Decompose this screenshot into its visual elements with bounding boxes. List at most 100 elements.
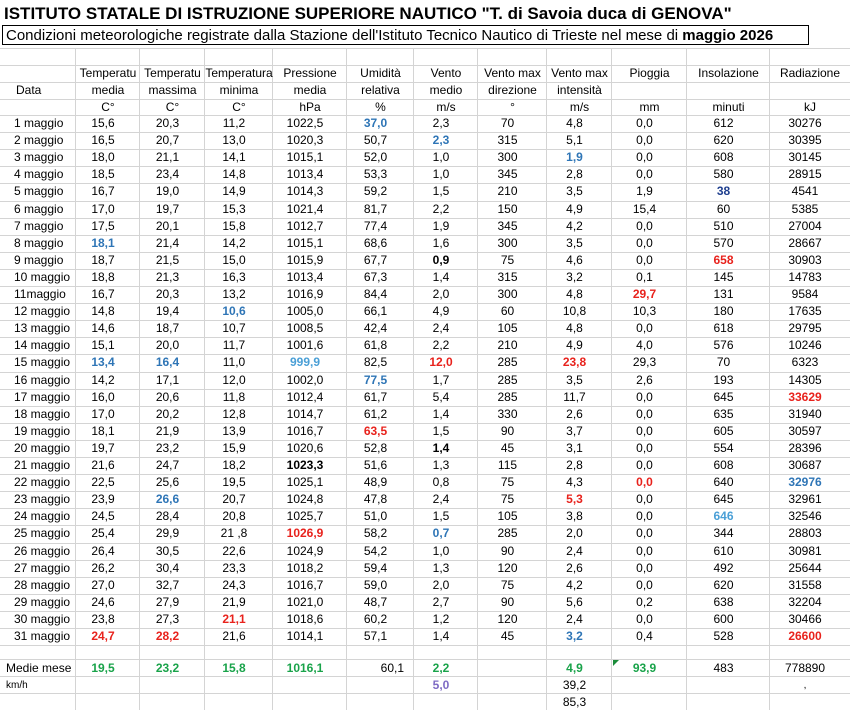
table-cell[interactable]: 12,0 (205, 372, 263, 389)
table-cell[interactable]: 31558 (770, 577, 840, 594)
table-cell[interactable]: 28803 (770, 525, 840, 542)
date-cell[interactable]: 19 maggio (14, 423, 76, 440)
table-cell[interactable]: 32961 (770, 491, 840, 508)
date-cell[interactable]: 26 maggio (14, 543, 76, 560)
table-cell[interactable]: 18,5 (76, 166, 130, 183)
table-cell[interactable]: 53,3 (347, 166, 404, 183)
table-cell[interactable]: 0,0 (612, 252, 677, 269)
summary-value[interactable]: 23,2 (140, 660, 195, 677)
table-cell[interactable]: 0,0 (612, 320, 677, 337)
table-cell[interactable]: 60 (687, 201, 760, 218)
table-cell[interactable]: 18,8 (76, 269, 130, 286)
table-cell[interactable]: 620 (687, 132, 760, 149)
table-cell[interactable]: 16,4 (140, 354, 195, 371)
table-cell[interactable]: 210 (478, 337, 537, 354)
table-cell[interactable]: 620 (687, 577, 760, 594)
table-cell[interactable]: 1020,6 (273, 440, 337, 457)
table-cell[interactable]: 5,4 (414, 389, 468, 406)
table-cell[interactable]: 22,5 (76, 474, 130, 491)
table-cell[interactable]: 28,2 (140, 628, 195, 645)
table-cell[interactable]: 18,1 (76, 235, 130, 252)
table-cell[interactable]: 60,2 (347, 611, 404, 628)
table-cell[interactable]: 1016,7 (273, 577, 337, 594)
date-cell[interactable]: 3 maggio (14, 149, 76, 166)
table-cell[interactable]: 0,0 (612, 525, 677, 542)
table-cell[interactable]: 21,6 (205, 628, 263, 645)
table-cell[interactable]: 18,2 (205, 457, 263, 474)
table-cell[interactable]: 150 (478, 201, 537, 218)
table-cell[interactable]: 90 (478, 423, 537, 440)
summary-value[interactable]: 93,9 (612, 660, 677, 677)
table-cell[interactable]: 21 ,8 (205, 525, 263, 542)
table-cell[interactable]: 75 (478, 474, 537, 491)
table-cell[interactable]: 19,4 (140, 303, 195, 320)
table-cell[interactable]: 20,7 (205, 491, 263, 508)
table-cell[interactable]: 17635 (770, 303, 840, 320)
table-cell[interactable]: 1,9 (547, 149, 602, 166)
table-cell[interactable]: 30,4 (140, 560, 195, 577)
table-cell[interactable]: 4,9 (547, 201, 602, 218)
table-cell[interactable]: 1016,9 (273, 286, 337, 303)
table-cell[interactable]: 15,3 (205, 201, 263, 218)
table-cell[interactable]: 344 (687, 525, 760, 542)
table-cell[interactable]: 37,0 (347, 115, 404, 132)
table-cell[interactable]: 2,3 (414, 115, 468, 132)
table-cell[interactable]: 0,0 (612, 474, 677, 491)
table-cell[interactable]: 4,0 (612, 337, 677, 354)
table-cell[interactable]: 30,5 (140, 543, 195, 560)
date-cell[interactable]: 28 maggio (14, 577, 76, 594)
table-cell[interactable]: 12,0 (414, 354, 468, 371)
summary-value[interactable]: 60,1 (347, 660, 404, 677)
table-cell[interactable]: 15,6 (76, 115, 130, 132)
table-cell[interactable]: 11,7 (547, 389, 602, 406)
table-cell[interactable]: 0,0 (612, 218, 677, 235)
table-cell[interactable]: 33629 (770, 389, 840, 406)
table-cell[interactable]: 25,6 (140, 474, 195, 491)
date-cell[interactable]: 5 maggio (14, 183, 76, 200)
table-cell[interactable]: 618 (687, 320, 760, 337)
table-cell[interactable]: 1026,9 (273, 525, 337, 542)
table-cell[interactable]: 29,9 (140, 525, 195, 542)
table-cell[interactable]: 580 (687, 166, 760, 183)
table-cell[interactable]: 68,6 (347, 235, 404, 252)
table-cell[interactable]: 0,1 (612, 269, 677, 286)
date-cell[interactable]: 10 maggio (14, 269, 76, 286)
table-cell[interactable]: 18,7 (76, 252, 130, 269)
table-cell[interactable]: 2,4 (547, 543, 602, 560)
table-cell[interactable]: 3,1 (547, 440, 602, 457)
table-cell[interactable]: 285 (478, 525, 537, 542)
table-cell[interactable]: 14783 (770, 269, 840, 286)
table-cell[interactable]: 0,0 (612, 166, 677, 183)
table-cell[interactable]: 52,8 (347, 440, 404, 457)
table-cell[interactable]: 1015,1 (273, 149, 337, 166)
table-cell[interactable]: 0,4 (612, 628, 677, 645)
table-cell[interactable]: 19,5 (205, 474, 263, 491)
table-cell[interactable]: 3,8 (547, 508, 602, 525)
table-cell[interactable]: 330 (478, 406, 537, 423)
table-cell[interactable]: 605 (687, 423, 760, 440)
date-cell[interactable]: 6 maggio (14, 201, 76, 218)
table-cell[interactable]: 30903 (770, 252, 840, 269)
table-cell[interactable]: 1,4 (414, 406, 468, 423)
table-cell[interactable]: 2,8 (547, 166, 602, 183)
table-cell[interactable]: 1025,1 (273, 474, 337, 491)
table-cell[interactable]: 90 (478, 594, 537, 611)
table-cell[interactable]: 30395 (770, 132, 840, 149)
table-cell[interactable]: 18,7 (140, 320, 195, 337)
table-cell[interactable]: 38 (687, 183, 760, 200)
table-cell[interactable]: 0,0 (612, 491, 677, 508)
table-cell[interactable]: 1,7 (414, 372, 468, 389)
table-cell[interactable]: 610 (687, 543, 760, 560)
table-cell[interactable]: 1013,4 (273, 166, 337, 183)
table-cell[interactable]: 4,9 (547, 337, 602, 354)
table-cell[interactable]: 47,8 (347, 491, 404, 508)
table-cell[interactable]: 1020,3 (273, 132, 337, 149)
table-cell[interactable]: 20,0 (140, 337, 195, 354)
date-cell[interactable]: 30 maggio (14, 611, 76, 628)
summary-value[interactable]: 2,2 (414, 660, 468, 677)
table-cell[interactable]: 1,0 (414, 166, 468, 183)
table-cell[interactable]: 5,3 (547, 491, 602, 508)
table-cell[interactable]: 61,7 (347, 389, 404, 406)
table-cell[interactable]: 14,9 (205, 183, 263, 200)
table-cell[interactable]: 30597 (770, 423, 840, 440)
